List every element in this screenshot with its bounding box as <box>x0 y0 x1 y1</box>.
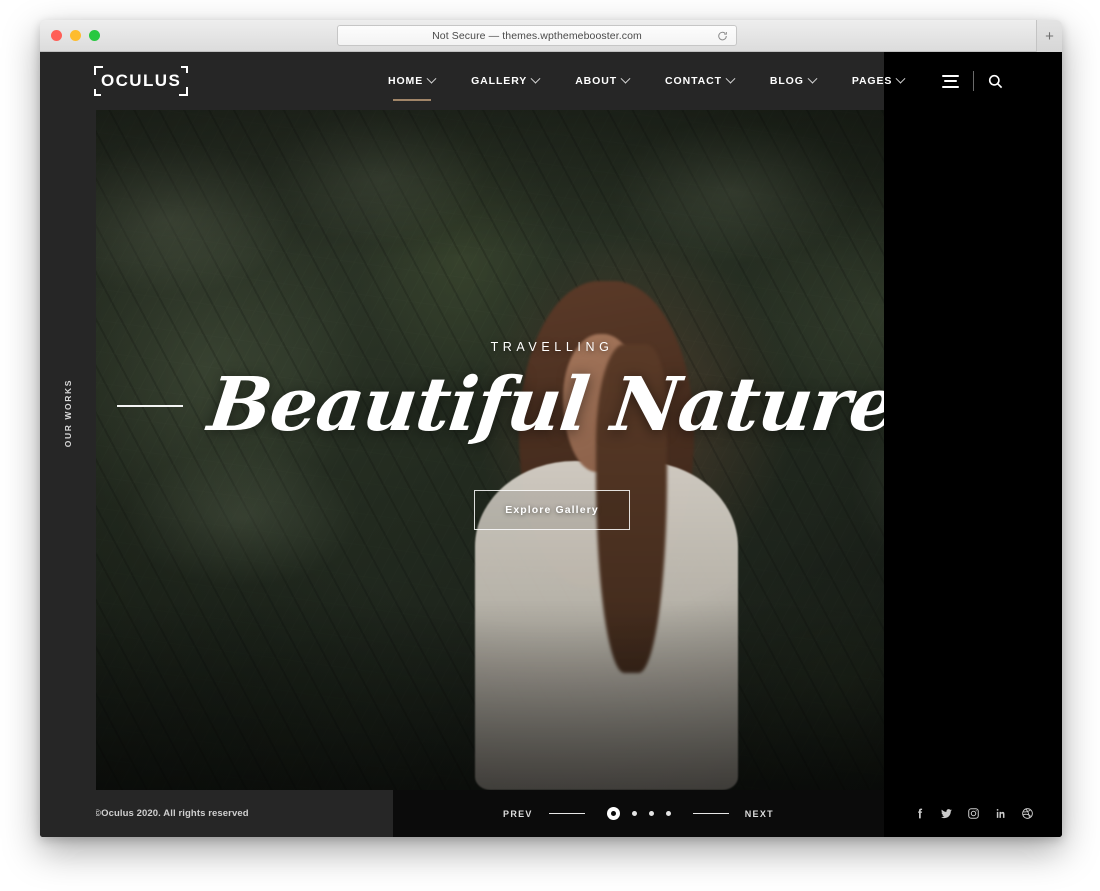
new-tab-button[interactable]: + <box>1036 20 1062 52</box>
slider-controls: PREV NEXT <box>393 790 884 837</box>
right-black-panel <box>884 110 1062 837</box>
our-works-label: OUR WORKS <box>63 379 73 448</box>
nav-item-gallery[interactable]: GALLERY <box>453 52 557 110</box>
prev-rule <box>548 812 585 815</box>
explore-gallery-button[interactable]: Explore Gallery <box>474 489 630 530</box>
nav-item-contact[interactable]: CONTACT <box>647 52 752 110</box>
site-header: OCULUS HOME GALLERY ABOUT CONTACT BLOG P… <box>40 52 1062 110</box>
hero-content: TRAVELLING Beautiful Nature Explore Gall… <box>96 110 1008 790</box>
hero-eyebrow: TRAVELLING <box>490 340 614 355</box>
hero-slide: TRAVELLING Beautiful Nature Explore Gall… <box>96 110 1008 790</box>
nav-item-gallery-label: GALLERY <box>471 75 528 87</box>
maximize-window-button[interactable] <box>89 30 100 41</box>
address-bar-text: Not Secure — themes.wpthemebooster.com <box>432 29 642 42</box>
nav-item-about-label: ABOUT <box>575 75 618 87</box>
chevron-down-icon <box>426 73 437 84</box>
hamburger-icon[interactable] <box>929 52 973 110</box>
next-slide-button[interactable]: NEXT <box>745 809 774 819</box>
slider-dot-2[interactable] <box>631 811 637 816</box>
nav-item-home[interactable]: HOME <box>370 52 453 110</box>
left-side-rail: OUR WORKS <box>40 110 96 837</box>
linkedin-icon[interactable] <box>993 807 1007 821</box>
nav-item-about[interactable]: ABOUT <box>557 52 647 110</box>
dribbble-icon[interactable] <box>1020 807 1034 821</box>
browser-window: Not Secure — themes.wpthemebooster.com + <box>40 20 1062 837</box>
minimize-window-button[interactable] <box>70 30 81 41</box>
nav-item-blog-label: BLOG <box>769 75 804 87</box>
logo-corner-top-right <box>181 66 189 73</box>
slider-dot-4[interactable] <box>665 811 671 816</box>
footer-rail-padding <box>40 790 96 837</box>
copyright-text: ©Oculus 2020. All rights reserved <box>94 808 249 819</box>
address-bar[interactable]: Not Secure — themes.wpthemebooster.com <box>337 25 737 46</box>
search-icon[interactable] <box>974 52 1018 110</box>
chevron-down-icon <box>530 73 541 84</box>
site-footer: ©Oculus 2020. All rights reserved PREV N… <box>40 790 1062 837</box>
prev-slide-button[interactable]: PREV <box>503 809 533 819</box>
chevron-down-icon <box>620 73 631 84</box>
hamburger-bars <box>942 74 959 88</box>
instagram-icon[interactable] <box>966 807 980 821</box>
site-logo-text: OCULUS <box>101 71 182 90</box>
hero-rule-left <box>116 405 183 407</box>
next-rule <box>692 812 729 815</box>
chevron-down-icon <box>895 73 906 84</box>
window-controls <box>51 20 100 51</box>
close-window-button[interactable] <box>51 30 62 41</box>
logo-corner-bottom-left <box>94 89 101 96</box>
slider-nav: PREV NEXT <box>503 807 774 820</box>
nav-item-blog[interactable]: BLOG <box>752 52 834 110</box>
hero-title-row: Beautiful Nature <box>96 362 1008 449</box>
nav-item-contact-label: CONTACT <box>665 75 722 87</box>
chevron-down-icon <box>725 73 736 84</box>
desktop-background: Not Secure — themes.wpthemebooster.com + <box>0 0 1100 891</box>
slider-dots <box>606 807 671 820</box>
twitter-icon[interactable] <box>939 807 953 821</box>
slider-dot-1[interactable] <box>606 807 620 820</box>
site-logo[interactable]: OCULUS <box>94 66 189 96</box>
nav-item-home-label: HOME <box>388 75 424 87</box>
hero-title: Beautiful Nature <box>203 362 901 449</box>
nav-item-pages[interactable]: PAGES <box>834 52 922 110</box>
reload-icon[interactable] <box>717 30 728 41</box>
social-links <box>884 790 1062 837</box>
nav-item-pages-label: PAGES <box>851 75 893 87</box>
chevron-down-icon <box>807 73 818 84</box>
main-navigation: HOME GALLERY ABOUT CONTACT BLOG PAGES <box>370 52 922 110</box>
header-left-panel: OCULUS HOME GALLERY ABOUT CONTACT BLOG P… <box>40 52 906 110</box>
slider-dot-3[interactable] <box>648 811 654 816</box>
facebook-icon[interactable] <box>912 807 926 821</box>
page-viewport: TRAVELLING Beautiful Nature Explore Gall… <box>40 52 1062 837</box>
browser-titlebar: Not Secure — themes.wpthemebooster.com + <box>40 20 1062 52</box>
